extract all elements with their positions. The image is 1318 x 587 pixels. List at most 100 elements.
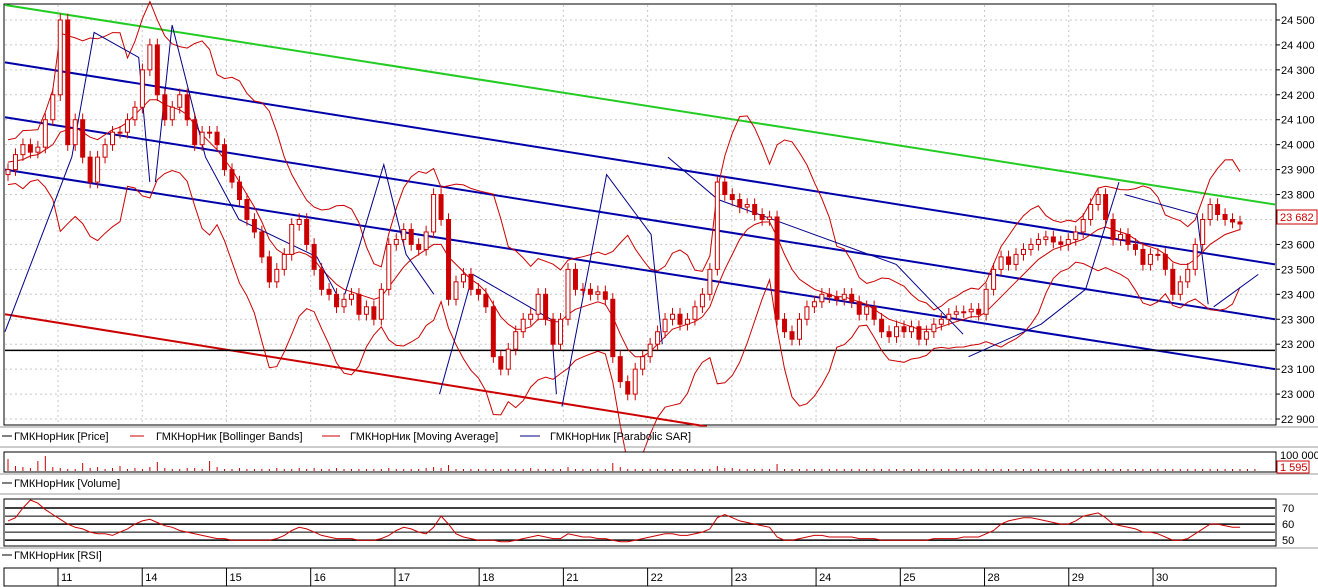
candle-body: [976, 308, 982, 315]
candle-body: [162, 94, 168, 121]
legend-volume: ГМКНорНик [Volume]: [14, 478, 120, 490]
candle-body: [124, 119, 130, 133]
candle-body: [289, 223, 295, 255]
candle-body: [1207, 204, 1213, 220]
candle-body: [1200, 218, 1206, 245]
price-tick-label: 22 900: [1281, 414, 1315, 426]
day-tick-label: 30: [1156, 572, 1168, 584]
candle-body: [1222, 214, 1228, 220]
day-tick-label: 29: [1072, 572, 1084, 584]
candle-body: [565, 268, 571, 320]
candle-body: [535, 293, 541, 315]
price-tick-label: 24 200: [1281, 90, 1315, 102]
day-tick-label: 21: [566, 572, 578, 584]
candle-body: [408, 228, 414, 245]
candle-body: [550, 318, 556, 345]
price-tick-label: 23 000: [1281, 389, 1315, 401]
candle-body: [1043, 236, 1049, 240]
candle-body: [983, 288, 989, 315]
candle-body: [378, 288, 384, 320]
price-tick-label: 23 900: [1281, 165, 1315, 177]
legend-parabolic-sar: ГМКНорНик [Parabolic SAR]: [550, 431, 691, 443]
candle-body: [341, 298, 347, 308]
candle-body: [139, 69, 145, 108]
price-tick-label: 23 500: [1281, 264, 1315, 276]
candle-body: [737, 199, 743, 208]
price-pane[interactable]: [3, 3, 1277, 426]
candle-body: [102, 144, 108, 158]
candle-body: [438, 194, 444, 220]
candle-body: [177, 94, 183, 108]
candle-body: [1058, 241, 1064, 245]
candle-body: [72, 119, 78, 146]
price-tick-label: 23 800: [1281, 190, 1315, 202]
candle-body: [774, 216, 780, 320]
rsi-tick-label: 60: [1282, 519, 1294, 531]
candle-body: [662, 318, 668, 333]
candle-body: [617, 356, 623, 383]
candle-body: [632, 368, 638, 395]
candle-body: [311, 243, 317, 270]
candle-body: [1050, 236, 1056, 243]
candle-body: [1088, 204, 1094, 220]
day-tick-label: 17: [398, 572, 410, 584]
candle-body: [154, 44, 160, 96]
candle-body: [423, 231, 429, 250]
day-tick-label: 11: [61, 572, 72, 584]
candle-body: [281, 253, 287, 270]
candle-body: [251, 218, 257, 233]
candle-body: [363, 306, 369, 315]
candle-body: [595, 291, 601, 295]
candle-body: [192, 119, 198, 146]
candle-body: [520, 318, 526, 333]
price-tick-label: 24 300: [1281, 65, 1315, 77]
candle-body: [95, 156, 101, 183]
candle-body: [714, 181, 720, 270]
candle-body: [87, 156, 93, 183]
last-price-label: 23 682: [1280, 212, 1314, 224]
candle-body: [767, 216, 773, 220]
candle-body: [334, 293, 340, 308]
candle-body: [27, 144, 33, 153]
price-legend: ГМКНорНик [Price] ГМКНорНик [Bollinger B…: [2, 431, 691, 443]
candle-body: [684, 318, 690, 325]
legend-bollinger: ГМКНорНик [Bollinger Bands]: [156, 431, 303, 443]
candle-body: [50, 94, 56, 121]
candle-body: [1140, 248, 1146, 265]
candle-body: [916, 326, 922, 340]
price-tick-label: 23 300: [1281, 314, 1315, 326]
candle-body: [475, 288, 481, 295]
candle-body: [991, 268, 997, 290]
rsi-tick-label: 50: [1282, 535, 1294, 547]
price-tick-label: 23 200: [1281, 339, 1315, 351]
candle-body: [1110, 218, 1116, 240]
candle-body: [1013, 253, 1019, 265]
candle-body: [326, 288, 332, 295]
volume-tick-100000: 100 000: [1280, 450, 1318, 462]
candle-body: [826, 293, 832, 298]
day-tick-label: 15: [229, 572, 241, 584]
candle-body: [528, 313, 534, 320]
candle-body: [1170, 268, 1176, 295]
candle-body: [12, 154, 18, 171]
candle-body: [259, 231, 265, 258]
candle-body: [184, 94, 190, 121]
price-tick-label: 24 400: [1281, 40, 1315, 52]
candle-body: [856, 301, 862, 315]
candle-body: [1125, 233, 1131, 245]
candle-body: [587, 288, 593, 295]
candle-body: [498, 356, 504, 370]
candle-body: [722, 181, 728, 196]
day-tick-label: 25: [903, 572, 915, 584]
candle-body: [961, 311, 967, 314]
price-tick-label: 23 100: [1281, 364, 1315, 376]
candle-body: [1132, 243, 1138, 250]
candle-body: [968, 308, 974, 313]
candle-body: [670, 313, 676, 320]
candle-body: [117, 131, 123, 134]
day-tick-label: 22: [651, 572, 663, 584]
candle-body: [468, 273, 474, 290]
candle-body: [460, 273, 466, 283]
candle-body: [796, 318, 802, 340]
price-tick-label: 24 000: [1281, 140, 1315, 152]
